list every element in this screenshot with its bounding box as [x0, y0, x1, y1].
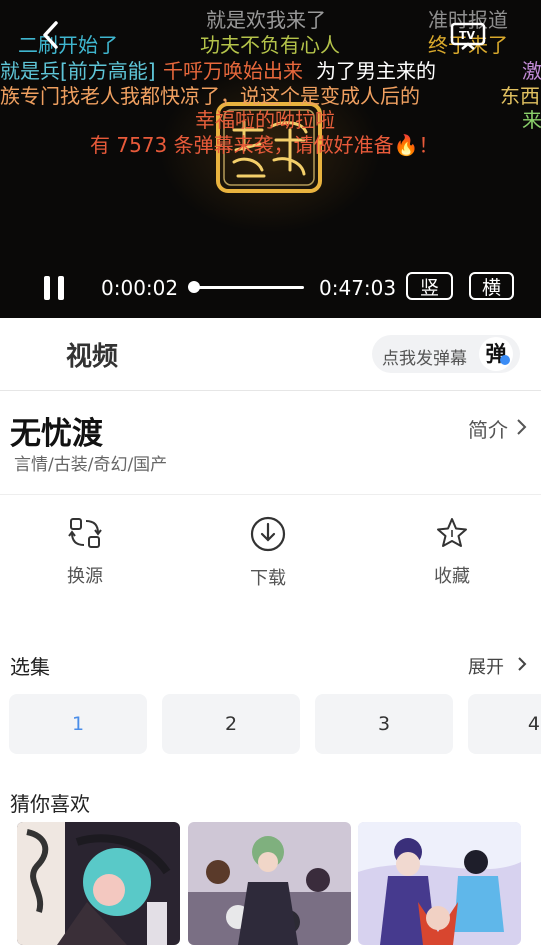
pause-button[interactable]: [42, 276, 68, 300]
seek-bar[interactable]: [188, 281, 304, 293]
genre-tags: 言情/古装/奇幻/国产: [14, 455, 168, 475]
expand-episodes-button[interactable]: 展开: [468, 653, 504, 679]
episodes-section-title: 选集: [10, 655, 50, 679]
danmaku-comment: 东西: [500, 84, 540, 108]
send-danmaku-label: 点我发弹幕: [382, 349, 467, 369]
download-button[interactable]: 下载: [223, 516, 313, 596]
danmaku-icon: 弹: [479, 337, 513, 371]
danmaku-comment: 为了男主来的: [316, 59, 436, 83]
danmaku-comment: 就是兵[前方高能]: [0, 59, 156, 83]
recommend-poster-1[interactable]: [17, 822, 180, 945]
back-arrow-icon[interactable]: [40, 20, 62, 50]
recommend-poster-2[interactable]: [188, 822, 351, 945]
episode-button-3[interactable]: 3: [315, 694, 453, 754]
danmaku-comment: 千呼万唤始出来: [163, 59, 303, 83]
favorite-label: 收藏: [434, 566, 470, 587]
landscape-mode-button[interactable]: 横: [469, 272, 514, 300]
download-icon: [250, 516, 286, 552]
intro-link[interactable]: 简介: [468, 414, 508, 443]
danmaku-comment: 就是欢我来了: [206, 8, 326, 32]
total-time: 0:47:03: [319, 276, 397, 300]
episode-button-2[interactable]: 2: [162, 694, 300, 754]
recommend-section-title: 猜你喜欢: [10, 792, 90, 816]
danmaku-warning: 有 7573 条弹幕来袭，请做好准备🔥！: [90, 133, 439, 157]
video-player[interactable]: 就是欢我来了 准时报道 二刷开始了 功夫不负有心人 终于来了 就是兵[前方高能]…: [0, 0, 541, 318]
switch-source-label: 换源: [67, 566, 103, 587]
seek-handle[interactable]: [188, 281, 201, 293]
danmaku-comment: 二刷开始了: [18, 33, 118, 57]
download-label: 下载: [250, 568, 286, 589]
episode-button-1[interactable]: 1: [9, 694, 147, 754]
danmaku-comment: 族专门找老人我都快凉了，说这个是变成人后的: [0, 84, 420, 108]
svg-text:TV: TV: [459, 29, 476, 42]
episode-number: 4: [527, 713, 540, 735]
portrait-mode-button[interactable]: 竖: [406, 272, 453, 300]
tab-video[interactable]: 视频: [66, 336, 118, 373]
danmaku-comment: 功夫不负有心人: [200, 33, 340, 57]
recommend-poster-3[interactable]: [358, 822, 521, 945]
chevron-right-icon[interactable]: [515, 418, 527, 436]
poster-image: [17, 822, 180, 945]
poster-image: [188, 822, 351, 945]
chevron-right-icon[interactable]: [516, 656, 528, 672]
danmaku-comment: 激: [522, 59, 541, 83]
switch-source-icon: [68, 518, 102, 548]
favorite-star-icon: [437, 518, 467, 547]
episode-button-4[interactable]: 4: [468, 694, 541, 754]
switch-source-button[interactable]: 换源: [40, 516, 130, 596]
poster-image: [358, 822, 521, 945]
current-time: 0:00:02: [101, 276, 179, 300]
favorite-button[interactable]: 收藏: [407, 516, 497, 596]
tv-cast-icon[interactable]: TV: [450, 22, 486, 50]
danmaku-comment: 来: [522, 108, 541, 132]
show-title: 无忧渡: [10, 416, 103, 452]
danmaku-comment: 幸福啦的呦拉啦: [195, 108, 335, 132]
content-tab-bar: 视频 点我发弹幕 弹: [0, 318, 541, 391]
send-danmaku-button[interactable]: 点我发弹幕 弹: [372, 335, 520, 373]
divider: [0, 494, 541, 495]
